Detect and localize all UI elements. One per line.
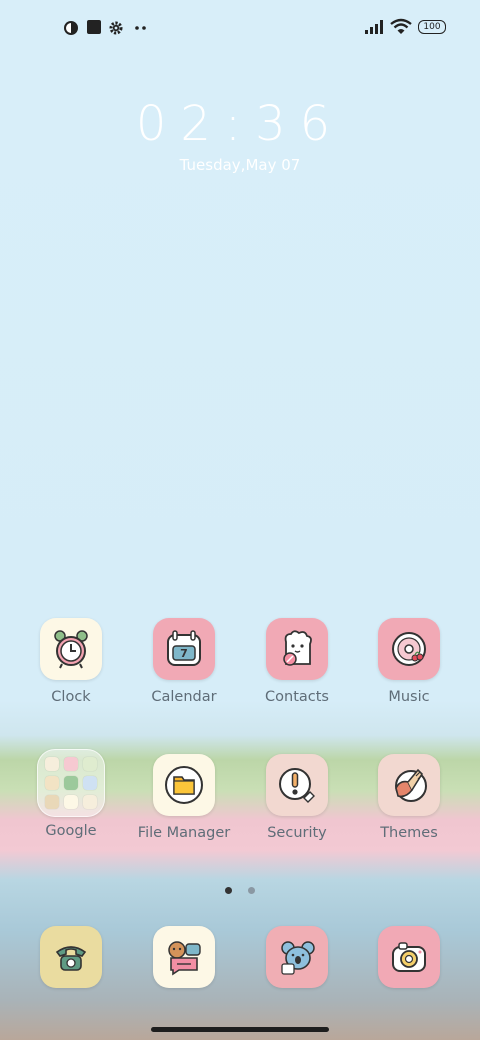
- app-label: Google: [45, 823, 97, 839]
- mini-app-icon: [45, 757, 59, 771]
- mini-app-icon: [64, 795, 78, 809]
- app-label: Security: [267, 825, 327, 841]
- gear-icon: [109, 21, 123, 35]
- messages-icon: [153, 926, 215, 988]
- gallery-koala-icon: [266, 926, 328, 988]
- mini-app-icon: [83, 757, 97, 771]
- contacts-sheep-icon: [266, 618, 328, 680]
- app-label: Clock: [51, 689, 91, 705]
- record-disc-icon: [378, 618, 440, 680]
- page-indicator[interactable]: [0, 879, 480, 898]
- mini-app-icon: [64, 757, 78, 771]
- clock-widget-date[interactable]: Tuesday,May 07: [0, 156, 480, 174]
- dock-messages[interactable]: [129, 926, 239, 988]
- wifi-icon: [390, 18, 412, 34]
- clock-widget-time[interactable]: 02:36: [0, 96, 480, 152]
- battery-level: 100: [423, 21, 441, 32]
- app-file-manager[interactable]: File Manager: [129, 754, 239, 841]
- app-label: Contacts: [265, 689, 329, 705]
- camera-icon: [378, 926, 440, 988]
- more-dots-icon: [135, 26, 146, 30]
- svg-text:7: 7: [180, 647, 188, 660]
- mini-app-icon: [83, 795, 97, 809]
- app-clock[interactable]: Clock: [16, 618, 126, 705]
- phone-icon: [40, 926, 102, 988]
- app-label: File Manager: [137, 825, 231, 841]
- dock-gallery[interactable]: [242, 926, 352, 988]
- folder-icon: [37, 749, 105, 817]
- app-themes[interactable]: Themes: [354, 754, 464, 841]
- page-dot[interactable]: [247, 887, 255, 894]
- status-bar: 100: [0, 0, 480, 56]
- circle-half-icon: [64, 21, 78, 35]
- paint-brush-icon: [378, 754, 440, 816]
- mini-app-icon: [83, 776, 97, 790]
- mini-app-icon: [64, 776, 78, 790]
- mini-app-icon: [45, 795, 59, 809]
- app-label: Calendar: [151, 689, 217, 705]
- app-label: Music: [388, 689, 430, 705]
- page-dot-active[interactable]: [225, 887, 233, 894]
- security-exclamation-icon: [266, 754, 328, 816]
- app-music[interactable]: Music: [354, 618, 464, 705]
- app-contacts[interactable]: Contacts: [242, 618, 352, 705]
- gesture-nav-handle[interactable]: [151, 1027, 329, 1032]
- app-label: Themes: [380, 825, 438, 841]
- alarm-clock-icon: [40, 618, 102, 680]
- battery-icon: 100: [418, 20, 446, 34]
- signal-icon: [365, 20, 383, 34]
- calendar-icon: 7: [153, 618, 215, 680]
- mini-app-icon: [45, 776, 59, 790]
- square-icon: [87, 20, 101, 34]
- folder-file-icon: [153, 754, 215, 816]
- app-security[interactable]: Security: [242, 754, 352, 841]
- dock-camera[interactable]: [354, 926, 464, 988]
- app-calendar[interactable]: 7 Calendar: [129, 618, 239, 705]
- folder-google[interactable]: Google: [16, 749, 126, 839]
- dock-phone[interactable]: [16, 926, 126, 988]
